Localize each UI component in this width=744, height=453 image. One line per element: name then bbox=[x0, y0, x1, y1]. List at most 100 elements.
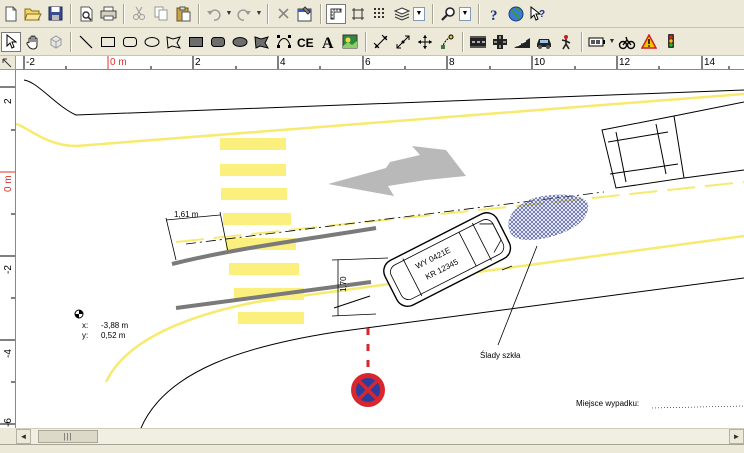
coord-x-label: x: bbox=[82, 321, 88, 330]
pan-hand-icon[interactable] bbox=[23, 32, 43, 52]
zoom-icon[interactable] bbox=[438, 4, 458, 24]
battery-dropdown-icon[interactable]: ▼ bbox=[608, 32, 616, 52]
ruler-corner[interactable] bbox=[0, 56, 16, 70]
ellipse-icon[interactable] bbox=[142, 32, 162, 52]
grid-icon[interactable] bbox=[370, 4, 390, 24]
vertical-ruler-scale: 2 0 m -2 -4 -6 bbox=[0, 86, 15, 427]
junction-icon[interactable] bbox=[490, 32, 510, 52]
slope-icon[interactable] bbox=[512, 32, 532, 52]
horizontal-ruler-scale: -2 0 m 2 4 6 8 10 12 14 bbox=[23, 56, 730, 69]
filled-rectangle-icon[interactable] bbox=[186, 32, 206, 52]
rectangle-icon[interactable] bbox=[98, 32, 118, 52]
battery-icon[interactable] bbox=[587, 32, 607, 52]
offset-dimension-label: 1,70 bbox=[339, 276, 348, 292]
paste-icon[interactable] bbox=[173, 4, 193, 24]
ce-mark-icon[interactable]: CE bbox=[296, 32, 316, 52]
road-line-top[interactable] bbox=[16, 92, 744, 148]
cube-icon[interactable] bbox=[45, 32, 65, 52]
skid-end-line[interactable] bbox=[333, 295, 371, 309]
undo-dropdown-icon[interactable]: ▼ bbox=[225, 4, 233, 24]
page-frame-icon[interactable] bbox=[348, 4, 368, 24]
coord-y-label: y: bbox=[82, 331, 88, 340]
polygon-icon[interactable] bbox=[164, 32, 184, 52]
properties-icon[interactable] bbox=[295, 4, 315, 24]
filled-rounded-rectangle-icon[interactable] bbox=[208, 32, 228, 52]
h-tick-label-origin: 0 m bbox=[110, 57, 127, 68]
drawing-toolbar: CE A ▼ bbox=[0, 28, 744, 56]
road-element-icon[interactable] bbox=[468, 32, 488, 52]
glass-traces-label: Ślady szkła bbox=[480, 351, 521, 360]
scroll-right-button[interactable]: ► bbox=[729, 429, 744, 444]
layers-icon[interactable] bbox=[392, 4, 412, 24]
v-tick-label: 2 bbox=[3, 98, 14, 104]
select-arrow-icon[interactable] bbox=[1, 31, 21, 52]
web-help-icon[interactable] bbox=[506, 4, 526, 24]
no-stopping-sign[interactable] bbox=[351, 373, 385, 407]
scroll-thumb[interactable]: ||| bbox=[38, 430, 98, 443]
text-tool-label: A bbox=[322, 35, 334, 50]
undo-icon[interactable] bbox=[204, 4, 224, 24]
ruler-toggle-icon[interactable] bbox=[326, 3, 346, 24]
delete-icon[interactable] bbox=[273, 4, 293, 24]
glass-traces-area[interactable] bbox=[508, 194, 589, 240]
coordinate-marker-icon[interactable] bbox=[74, 309, 84, 319]
vertical-ruler: 2 0 m -2 -4 -6 bbox=[0, 70, 16, 428]
open-folder-icon[interactable] bbox=[23, 4, 43, 24]
filled-ellipse-icon[interactable] bbox=[230, 32, 250, 52]
truck[interactable] bbox=[601, 101, 744, 189]
print-icon[interactable] bbox=[98, 4, 118, 24]
traffic-light-icon[interactable] bbox=[661, 32, 681, 52]
place-label: Miejsce wypadku: bbox=[576, 399, 639, 408]
bicycle-icon[interactable] bbox=[617, 32, 637, 52]
status-bar bbox=[0, 444, 744, 453]
horizontal-scrollbar[interactable]: ◄ ||| ► bbox=[16, 428, 744, 444]
h-tick-label: 8 bbox=[449, 57, 455, 68]
redo-dropdown-icon[interactable]: ▼ bbox=[255, 4, 263, 24]
h-tick-label: 4 bbox=[280, 57, 286, 68]
v-tick-label-origin: 0 m bbox=[3, 175, 14, 192]
warning-sign-icon[interactable] bbox=[639, 32, 659, 52]
coord-x-value: -3,88 m bbox=[101, 321, 128, 330]
dimension-icon[interactable] bbox=[371, 32, 391, 52]
h-tick-label: 6 bbox=[365, 57, 371, 68]
rounded-rectangle-icon[interactable] bbox=[120, 32, 140, 52]
figure-icon[interactable] bbox=[556, 32, 576, 52]
width-dimension-label: 1,61 m bbox=[174, 210, 199, 219]
zoom-dropdown-icon[interactable]: ▼ bbox=[459, 6, 471, 21]
ce-label: CE bbox=[297, 36, 314, 49]
redo-icon[interactable] bbox=[234, 4, 254, 24]
layers-dropdown-icon[interactable]: ▼ bbox=[413, 6, 425, 21]
drawing-canvas[interactable]: 1,61 m 1,70 WY 0421E KR 12345 Ślady szkł… bbox=[16, 70, 744, 428]
h-tick-label: 10 bbox=[534, 57, 546, 68]
accident-vehicle[interactable]: WY 0421E KR 12345 bbox=[380, 209, 515, 311]
image-icon[interactable] bbox=[340, 32, 360, 52]
line-icon[interactable] bbox=[76, 32, 96, 52]
h-tick-label: 12 bbox=[619, 57, 631, 68]
print-preview-icon[interactable] bbox=[76, 4, 96, 24]
text-icon[interactable]: A bbox=[318, 32, 338, 52]
v-tick-label: -2 bbox=[3, 265, 14, 274]
direction-arrow[interactable] bbox=[328, 146, 466, 196]
cut-icon[interactable] bbox=[129, 4, 149, 24]
horizontal-ruler: -2 0 m 2 4 6 8 10 12 14 bbox=[16, 56, 744, 70]
scroll-left-button[interactable]: ◄ bbox=[16, 429, 31, 444]
move-icon[interactable] bbox=[415, 32, 435, 52]
v-tick-label: -4 bbox=[3, 349, 14, 358]
main-toolbar: ▼ ▼ ▼ ▼ ? ? bbox=[0, 0, 744, 28]
new-file-icon[interactable] bbox=[1, 4, 21, 24]
v-tick-label: -6 bbox=[3, 418, 14, 427]
glass-traces-pointer[interactable] bbox=[497, 245, 538, 346]
car-icon[interactable] bbox=[534, 32, 554, 52]
road-edge-top[interactable] bbox=[23, 79, 744, 116]
transform-icon[interactable] bbox=[437, 32, 457, 52]
measure-angle-icon[interactable] bbox=[393, 32, 413, 52]
bezier-icon[interactable] bbox=[274, 32, 294, 52]
filled-polygon-icon[interactable] bbox=[252, 32, 272, 52]
save-icon[interactable] bbox=[45, 4, 65, 24]
context-help-icon[interactable]: ? bbox=[528, 4, 548, 24]
copy-icon[interactable] bbox=[151, 4, 171, 24]
accident-sketch[interactable]: 1,61 m 1,70 WY 0421E KR 12345 Ślady szkł… bbox=[16, 70, 744, 428]
svg-text:?: ? bbox=[539, 9, 545, 20]
h-tick-label: 14 bbox=[704, 57, 716, 68]
help-icon[interactable]: ? bbox=[484, 4, 504, 24]
